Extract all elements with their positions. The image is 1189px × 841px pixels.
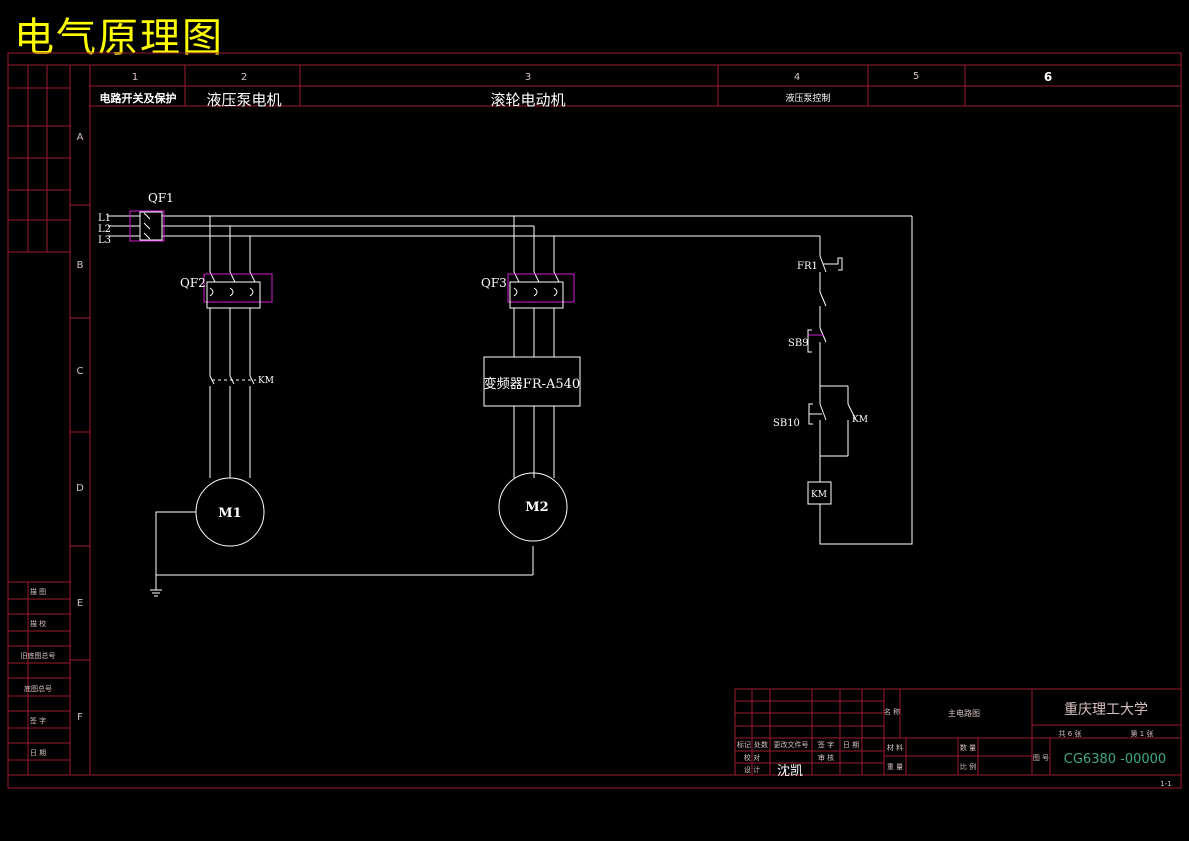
row-label-a: A (77, 132, 84, 143)
tb-drawing-name: 主电路图 (948, 708, 980, 718)
column-label-3: 滚轮电动机 (490, 91, 565, 109)
row-label-d: D (76, 483, 84, 494)
left-table-cell: 底图总号 (24, 684, 52, 693)
column-number-2: 2 (241, 72, 247, 83)
ground-connection (150, 511, 534, 597)
fr1-label: FR1 (797, 261, 818, 272)
breaker-qf2: QF2 (180, 273, 273, 309)
tb-scale: 比 例 (960, 762, 976, 771)
tb-designer-name: 沈凯 (777, 764, 803, 779)
tb-drawing-code: CG6380 -00000 (1064, 752, 1166, 767)
inverter-label: 变频器FR-A540 (484, 376, 580, 392)
sb9-label: SB9 (788, 338, 809, 349)
m2-label: M2 (525, 500, 548, 515)
branch-m1-lower (209, 308, 251, 376)
column-number-5: 5 (913, 71, 919, 82)
row-label-b: B (77, 260, 84, 271)
row-label-e: E (77, 598, 83, 609)
km-coil-label: KM (811, 490, 827, 500)
qf2-label: QF2 (180, 276, 206, 290)
motor-m1: M1 (195, 477, 265, 547)
qf1-label: QF1 (148, 191, 174, 205)
tb-sheets-total: 共 6 张 (1059, 729, 1082, 738)
motor-m2: M2 (498, 472, 568, 542)
km-aux-label: KM (852, 415, 868, 425)
inverter-fr-a540: 变频器FR-A540 (483, 356, 581, 407)
tb-check: 校 对 (744, 753, 760, 762)
power-bus: L1 L2 L3 (98, 213, 912, 246)
tb-code-label: 图 号 (1033, 754, 1049, 762)
left-table-cell: 旧底图总号 (21, 651, 56, 660)
tb-doc: 更改文件号 (774, 740, 809, 749)
tb-qty: 处数 (754, 740, 768, 749)
tb-corner: 1-1 (1160, 780, 1171, 788)
left-table-cell: 描 校 (30, 619, 46, 628)
tb-mark: 标记 (737, 740, 751, 749)
column-label-4: 液压泵控制 (785, 92, 830, 104)
tb-amount: 数 量 (960, 743, 976, 752)
column-label-1: 电路开关及保护 (100, 91, 177, 105)
title-block: 标记 处数 更改文件号 签 字 日 期 校 对 审 核 设 计 沈凯 名 称 主… (734, 688, 1182, 788)
tb-material: 材 料 (887, 743, 903, 752)
tb-date: 日 期 (843, 741, 859, 749)
column-number-3: 3 (525, 72, 531, 83)
sb10-label: SB10 (773, 418, 800, 429)
tb-name: 名 称 (884, 707, 900, 716)
left-signature-table: 描 图 描 校 旧底图总号 底图总号 签 字 日 期 (21, 587, 56, 757)
tb-weight: 重 量 (887, 763, 903, 771)
control-circuit: FR1 SB9 KM SB10 KM (773, 216, 913, 545)
left-table-cell: 签 字 (30, 716, 46, 725)
branch-m2-motor-feed (513, 406, 555, 478)
contactor-km-main: KM (209, 375, 274, 478)
column-number-4: 4 (794, 72, 800, 83)
column-header: 1 2 3 4 5 6 电路开关及保护 液压泵电机 滚轮电动机 液压泵控制 (100, 70, 1053, 109)
tb-review: 审 核 (818, 753, 834, 762)
tb-design: 设 计 (744, 765, 760, 774)
qf3-label: QF3 (481, 276, 507, 290)
tb-school: 重庆理工大学 (1064, 702, 1148, 718)
column-number-6: 6 (1044, 70, 1052, 84)
row-label-c: C (77, 366, 84, 377)
tb-sign: 签 字 (818, 740, 834, 749)
left-table-cell: 日 期 (30, 749, 46, 757)
row-label-f: F (77, 712, 83, 723)
m1-label: M1 (218, 506, 241, 521)
branch-m2-lower (513, 308, 555, 357)
column-number-1: 1 (132, 72, 138, 83)
left-table-cell: 描 图 (30, 587, 46, 596)
schematic-canvas: 1 2 3 4 5 6 电路开关及保护 液压泵电机 滚轮电动机 液压泵控制 A … (7, 52, 1182, 789)
column-label-2: 液压泵电机 (206, 91, 281, 109)
drawing-frame (7, 52, 1182, 789)
phase-label-l3: L3 (98, 235, 111, 246)
row-zone-labels: A B C D E F (76, 132, 84, 723)
tb-sheet-no: 第 1 张 (1131, 729, 1154, 738)
km-main-label: KM (258, 376, 274, 386)
breaker-qf3: QF3 (481, 273, 575, 309)
phase-label-l1: L1 (98, 213, 111, 224)
